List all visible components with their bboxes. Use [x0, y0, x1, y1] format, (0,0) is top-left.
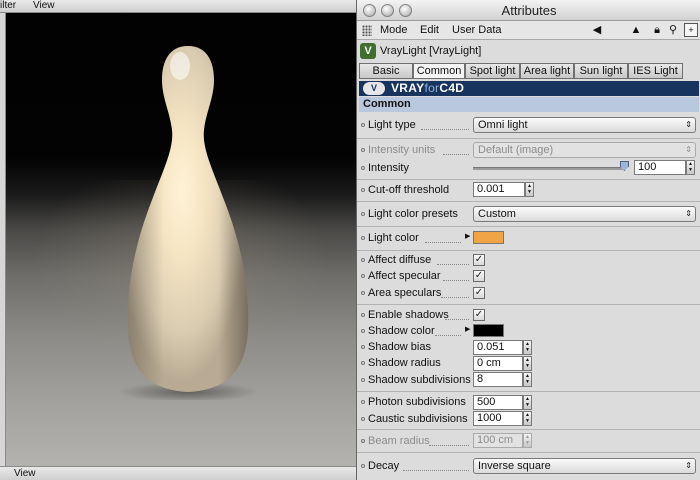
divider [357, 452, 700, 453]
intensity-units-dropdown: Default (image) ⇕ [473, 142, 696, 158]
divider [357, 138, 700, 139]
leader-dots [425, 242, 461, 243]
leader-dots [443, 154, 469, 155]
intensity-input[interactable]: 100 [634, 160, 686, 175]
affect-specular-checkbox[interactable]: ✓ [473, 270, 485, 282]
area-speculars-label: Area speculars [361, 287, 441, 300]
cutoff-threshold-label: Cut-off threshold [361, 184, 449, 197]
decay-label: Decay [361, 460, 399, 473]
bowling-pin-render [118, 46, 258, 400]
shadow-subdivisions-spinner[interactable]: ▲ ▼ [523, 372, 532, 387]
intensity-label: Intensity [361, 162, 409, 175]
beam-radius-label: Beam radius [361, 435, 430, 448]
light-type-label: Light type [361, 119, 416, 132]
leader-dots [421, 129, 469, 130]
light-color-presets-label: Light color presets [361, 208, 458, 221]
beam-radius-input: 100 cm [473, 433, 523, 448]
dropdown-arrow-icon: ⇕ [685, 145, 692, 154]
divider [357, 226, 700, 227]
viewport-menubar: ilter View [0, 0, 356, 13]
viewport-menu-filter[interactable]: ilter [0, 0, 16, 11]
shadow-color-label: Shadow color [361, 325, 435, 338]
shadow-subdivisions-label: Shadow subdivisions [361, 374, 471, 387]
cutoff-threshold-spinner[interactable]: ▲ ▼ [525, 182, 534, 197]
light-color-swatch[interactable] [473, 231, 504, 244]
shadow-bias-input[interactable]: 0.051 cm [473, 340, 523, 366]
intensity-slider-track[interactable] [473, 167, 625, 170]
divider [357, 201, 700, 202]
divider [357, 391, 700, 392]
leader-dots [435, 335, 461, 336]
caustic-subdivisions-label: Caustic subdivisions [361, 413, 468, 426]
viewport-bottom-view[interactable]: View [14, 468, 36, 479]
dropdown-arrow-icon: ⇕ [685, 209, 692, 218]
divider [357, 304, 700, 305]
divider [357, 429, 700, 430]
enable-shadows-checkbox[interactable]: ✓ [473, 309, 485, 321]
divider [357, 179, 700, 180]
leader-dots [429, 445, 469, 446]
affect-diffuse-checkbox[interactable]: ✓ [473, 254, 485, 266]
caustic-subdivisions-spinner[interactable]: ▲ ▼ [523, 411, 532, 426]
leader-dots [437, 264, 469, 265]
expand-triangle-icon[interactable]: ▶ [465, 325, 470, 333]
caustic-subdivisions-input[interactable]: 1000 [473, 411, 523, 426]
shadow-bias-label: Shadow bias [361, 341, 431, 354]
divider [357, 250, 700, 251]
leader-dots [441, 297, 469, 298]
beam-radius-spinner: ▲ ▼ [523, 433, 532, 448]
cutoff-threshold-input[interactable]: 0.001 [473, 182, 525, 197]
light-color-presets-dropdown[interactable]: Custom ⇕ [473, 206, 696, 222]
shadow-color-swatch[interactable] [473, 324, 504, 337]
dropdown-arrow-icon: ⇕ [685, 120, 692, 129]
viewport-menu-view[interactable]: View [33, 0, 55, 11]
light-type-dropdown[interactable]: Omni light ⇕ [473, 117, 696, 133]
decay-dropdown[interactable]: Inverse square ⇕ [473, 458, 696, 474]
affect-diffuse-label: Affect diffuse [361, 254, 431, 267]
shadow-bias-spinner[interactable]: ▲ ▼ [523, 340, 532, 355]
shadow-radius-input[interactable]: 0 cm [473, 356, 523, 371]
enable-shadows-label: Enable shadows [361, 309, 449, 322]
affect-specular-label: Affect specular [361, 270, 441, 283]
photon-subdivisions-spinner[interactable]: ▲ ▼ [523, 395, 532, 410]
attributes-panel: Attributes Mode Edit User Data ◀ ▲ 🔒︎ ⚲ … [356, 0, 700, 480]
leader-dots [403, 470, 469, 471]
shadow-radius-spinner[interactable]: ▲ ▼ [523, 356, 532, 371]
shadow-radius-label: Shadow radius [361, 357, 441, 370]
intensity-spinner[interactable]: ▲ ▼ [686, 160, 695, 175]
photon-subdivisions-input[interactable]: 500 [473, 395, 523, 410]
dropdown-arrow-icon: ⇕ [685, 461, 692, 470]
intensity-units-label: Intensity units [361, 144, 435, 157]
viewport-bottombar: View [0, 466, 356, 480]
expand-triangle-icon[interactable]: ▶ [465, 232, 470, 240]
render-viewport[interactable]: ilter View View [0, 0, 356, 480]
area-speculars-checkbox[interactable]: ✓ [473, 287, 485, 299]
leader-dots [445, 319, 469, 320]
light-color-label: Light color [361, 232, 419, 245]
photon-subdivisions-label: Photon subdivisions [361, 396, 466, 409]
leader-dots [443, 280, 469, 281]
attribute-rows: Light type Omni light ⇕ Intensity units D… [357, 0, 700, 480]
shadow-subdivisions-input[interactable]: 8 [473, 372, 523, 387]
